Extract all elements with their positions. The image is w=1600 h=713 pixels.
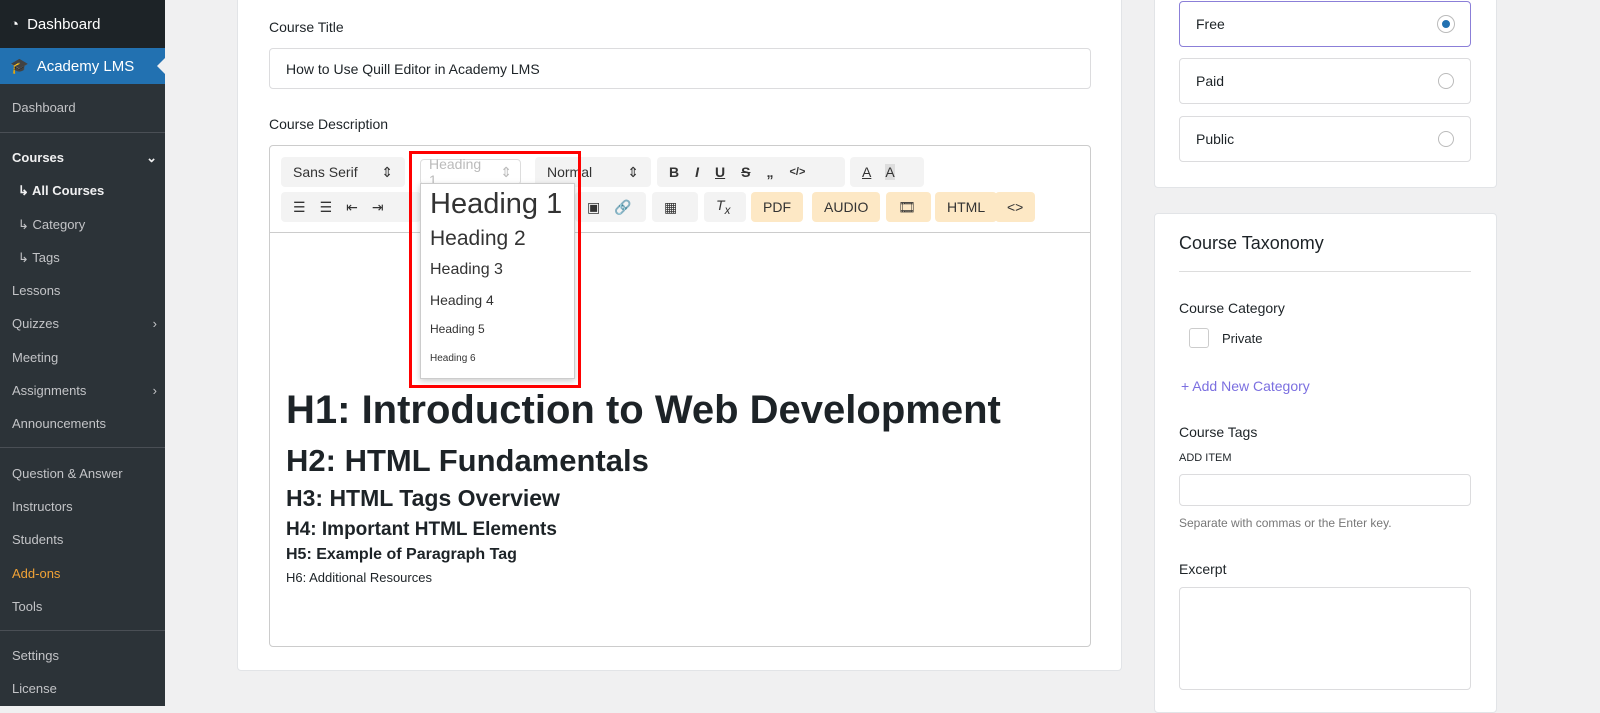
film-icon: 🎞 bbox=[898, 198, 916, 215]
sidebar-item-category[interactable]: ↳ Category bbox=[18, 217, 163, 233]
outdent-icon[interactable]: ⇤ bbox=[346, 199, 358, 216]
course-description-label: Course Description bbox=[269, 116, 389, 132]
sidebar-item-lessons[interactable]: Lessons bbox=[12, 283, 157, 298]
font-color-icon[interactable]: A bbox=[862, 164, 871, 180]
dashboard-icon: ◔ bbox=[10, 15, 20, 33]
content-h3: H3: HTML Tags Overview bbox=[286, 485, 560, 511]
color-group: AA bbox=[850, 157, 924, 187]
highlight-box bbox=[409, 151, 581, 388]
sidebar-dashboard[interactable]: ◔ Dashboard bbox=[0, 0, 165, 48]
table-button[interactable]: ▦ bbox=[652, 192, 698, 222]
excerpt-label: Excerpt bbox=[1179, 561, 1227, 577]
sidebar-item-courses[interactable]: Courses ⌄ bbox=[12, 150, 157, 166]
updown-icon: ⇕ bbox=[381, 163, 393, 180]
tags-input[interactable] bbox=[1179, 474, 1471, 506]
tags-label: Course Tags bbox=[1179, 424, 1258, 440]
sidebar-academy-lms[interactable]: 🎓 Academy LMS bbox=[0, 48, 165, 84]
category-label: Course Category bbox=[1179, 300, 1285, 316]
pdf-button[interactable]: PDF bbox=[751, 192, 803, 222]
category-checkbox[interactable] bbox=[1189, 328, 1209, 348]
taxonomy-title: Course Taxonomy bbox=[1179, 233, 1324, 253]
video-button[interactable]: 🎞 bbox=[886, 192, 931, 222]
sidebar-item-assignments[interactable]: Assignments › bbox=[12, 383, 157, 398]
sidebar-item-quizzes[interactable]: Quizzes › bbox=[12, 316, 157, 331]
background-color-icon[interactable]: A bbox=[885, 164, 895, 180]
table-icon: ▦ bbox=[664, 198, 678, 215]
bullet-list-icon[interactable]: ☰ bbox=[320, 199, 333, 216]
radio-checked-icon bbox=[1438, 16, 1454, 32]
html-button[interactable]: HTML bbox=[935, 192, 998, 222]
italic-icon[interactable]: I bbox=[695, 164, 699, 180]
sidebar-item-instructors[interactable]: Instructors bbox=[12, 499, 157, 514]
code-icon[interactable]: </> bbox=[789, 166, 805, 178]
bold-icon[interactable]: B bbox=[669, 164, 679, 180]
sidebar-item-announcements[interactable]: Announcements bbox=[12, 416, 157, 431]
sidebar-item-all-courses[interactable]: ↳ All Courses bbox=[18, 183, 163, 199]
updown-icon: ⇕ bbox=[627, 163, 639, 180]
add-category-link[interactable]: + Add New Category bbox=[1181, 378, 1310, 394]
format-group: B I U S „ </> bbox=[657, 157, 845, 187]
audio-button[interactable]: AUDIO bbox=[812, 192, 881, 222]
content-h2: H2: HTML Fundamentals bbox=[286, 443, 649, 478]
sidebar-item-addons[interactable]: Add-ons bbox=[12, 566, 157, 581]
radio-icon bbox=[1438, 73, 1454, 89]
indent-icon[interactable]: ⇥ bbox=[372, 199, 384, 216]
radio-public[interactable]: Public bbox=[1179, 116, 1471, 162]
excerpt-textarea[interactable] bbox=[1179, 587, 1471, 690]
content-h6: H6: Additional Resources bbox=[286, 570, 432, 585]
ordered-list-icon[interactable]: ☰ bbox=[293, 199, 306, 216]
content-h5: H5: Example of Paragraph Tag bbox=[286, 546, 517, 563]
chevron-right-icon: › bbox=[152, 316, 157, 331]
sidebar-item-dashboard[interactable]: Dashboard bbox=[12, 100, 157, 115]
radio-icon bbox=[1438, 131, 1454, 147]
content-h1: H1: Introduction to Web Development bbox=[286, 388, 1001, 432]
sidebar-item-meeting[interactable]: Meeting bbox=[12, 350, 157, 365]
sidebar-item-tools[interactable]: Tools bbox=[12, 599, 157, 614]
media-group: ▣ 🔗 bbox=[575, 192, 646, 222]
list-group: ☰ ☰ ⇤ ⇥ bbox=[281, 192, 421, 222]
tags-hint: Separate with commas or the Enter key. bbox=[1179, 516, 1392, 530]
radio-free[interactable]: Free bbox=[1179, 1, 1471, 47]
graduation-cap-icon: 🎓 bbox=[10, 58, 29, 75]
chevron-down-icon: ⌄ bbox=[146, 150, 157, 165]
blockquote-icon[interactable]: „ bbox=[766, 164, 773, 180]
strike-icon[interactable]: S bbox=[741, 164, 750, 180]
course-title-label: Course Title bbox=[269, 19, 344, 35]
category-private: Private bbox=[1222, 331, 1263, 346]
sidebar-item-qa[interactable]: Question & Answer bbox=[12, 466, 157, 481]
admin-sidebar: ◔ Dashboard 🎓 Academy LMS Dashboard Course… bbox=[0, 0, 165, 706]
chevron-right-icon: › bbox=[152, 383, 157, 398]
code-view-button[interactable]: <> bbox=[995, 192, 1036, 222]
underline-icon[interactable]: U bbox=[715, 164, 725, 180]
sidebar-item-settings[interactable]: Settings bbox=[12, 648, 157, 663]
sidebar-item-tags[interactable]: ↳ Tags bbox=[18, 250, 163, 266]
add-item-label: ADD ITEM bbox=[1179, 452, 1232, 464]
image-icon[interactable]: ▣ bbox=[587, 199, 600, 216]
sidebar-item-license[interactable]: License bbox=[12, 681, 157, 696]
content-h4: H4: Important HTML Elements bbox=[286, 519, 557, 540]
course-title-input[interactable]: How to Use Quill Editor in Academy LMS bbox=[269, 48, 1091, 89]
radio-paid[interactable]: Paid bbox=[1179, 58, 1471, 104]
clear-format-icon: Tx bbox=[716, 197, 731, 217]
clear-format-button[interactable]: Tx bbox=[704, 192, 746, 222]
font-select[interactable]: Sans Serif ⇕ bbox=[281, 157, 405, 187]
link-icon[interactable]: 🔗 bbox=[614, 199, 631, 216]
sidebar-item-students[interactable]: Students bbox=[12, 532, 157, 547]
